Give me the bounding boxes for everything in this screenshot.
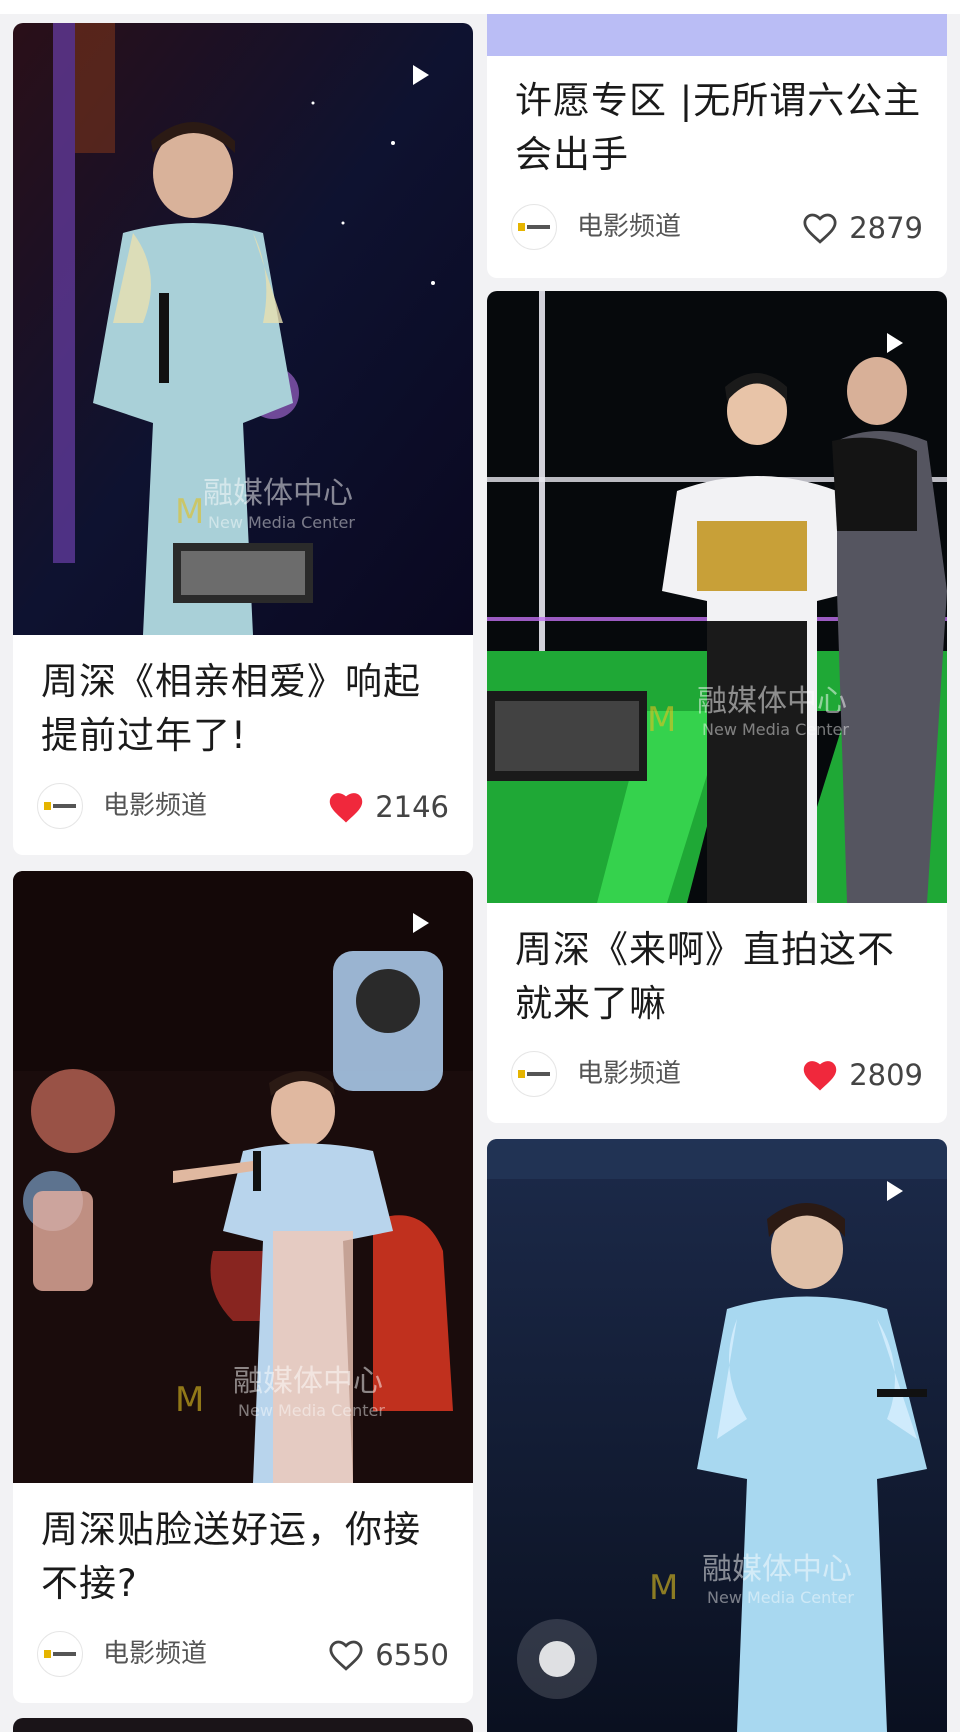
card-meta: 电影频道 2809 <box>511 1051 923 1099</box>
channel-logo-icon <box>518 222 550 232</box>
like-button[interactable]: 6550 <box>327 1635 449 1675</box>
channel-avatar[interactable] <box>37 1631 83 1677</box>
svg-text:融媒体中心: 融媒体中心 <box>233 1364 383 1399</box>
feed-card-left-1[interactable]: 融媒体中心 New Media Center M 周深《相亲相爱》响起提前过年了… <box>13 23 473 855</box>
like-button[interactable]: 2146 <box>327 787 449 827</box>
svg-text:融媒体中心: 融媒体中心 <box>203 476 353 511</box>
play-icon <box>413 65 429 85</box>
concert-photo: 融媒体中心 New Media Center M <box>13 871 473 1483</box>
channel-avatar[interactable] <box>511 1051 557 1097</box>
video-thumbnail[interactable]: 融媒体中心 New Media Center M <box>13 23 473 635</box>
heart-filled-icon <box>329 793 363 823</box>
svg-text:New Media Center: New Media Center <box>702 720 849 739</box>
channel-avatar[interactable] <box>511 204 557 250</box>
channel-avatar[interactable] <box>37 783 83 829</box>
heart-outline-icon <box>329 1640 363 1671</box>
svg-text:New Media Center: New Media Center <box>707 1588 854 1607</box>
play-icon <box>413 913 429 933</box>
like-button[interactable]: 2809 <box>801 1055 923 1095</box>
video-thumbnail[interactable] <box>13 1718 473 1732</box>
like-count: 2809 <box>849 1058 923 1092</box>
channel-name[interactable]: 电影频道 <box>577 1057 681 1091</box>
card-title[interactable]: 许愿专区 |无所谓六公主会出手 <box>515 74 923 182</box>
video-thumbnail[interactable]: 融媒体中心 New Media Center M <box>13 871 473 1483</box>
concert-photo: 融媒体中心 New Media Center M <box>13 23 473 635</box>
card-meta: 电影频道 6550 <box>37 1631 449 1679</box>
feed-card-left-3[interactable] <box>13 1718 473 1732</box>
channel-logo-icon <box>518 1069 550 1079</box>
card-header-strip <box>487 14 947 56</box>
heart-filled-icon <box>803 1061 837 1091</box>
channel-name[interactable]: 电影频道 <box>103 789 207 823</box>
like-count: 2879 <box>849 211 923 245</box>
channel-logo-icon <box>44 801 76 811</box>
svg-text:融媒体中心: 融媒体中心 <box>702 1552 852 1587</box>
svg-text:M: M <box>175 1380 204 1420</box>
like-count: 2146 <box>375 790 449 824</box>
like-count: 6550 <box>375 1638 449 1672</box>
play-icon <box>887 1181 903 1201</box>
svg-text:New Media Center: New Media Center <box>238 1401 385 1420</box>
channel-logo-icon <box>44 1649 76 1659</box>
card-title[interactable]: 周深《来啊》直拍这不就来了嘛 <box>515 923 923 1031</box>
svg-text:M: M <box>647 700 676 740</box>
card-meta: 电影频道 2879 <box>511 204 923 252</box>
card-title[interactable]: 周深贴脸送好运，你接不接? <box>41 1503 449 1611</box>
video-thumbnail[interactable]: 融媒体中心 New Media Center M <box>487 291 947 903</box>
feed-card-right-1[interactable]: 许愿专区 |无所谓六公主会出手 电影频道 2879 <box>487 14 947 278</box>
heart-outline-icon <box>803 213 837 244</box>
card-title[interactable]: 周深《相亲相爱》响起提前过年了! <box>41 655 449 763</box>
card-meta: 电影频道 2146 <box>37 783 449 831</box>
svg-text:融媒体中心: 融媒体中心 <box>697 684 847 719</box>
video-thumbnail[interactable]: 融媒体中心 New Media Center M <box>487 1139 947 1732</box>
play-icon <box>887 333 903 353</box>
channel-name[interactable]: 电影频道 <box>103 1637 207 1671</box>
top-strip <box>0 0 960 14</box>
concert-photo: 融媒体中心 New Media Center M <box>487 1139 947 1732</box>
svg-text:New Media Center: New Media Center <box>208 513 355 532</box>
feed-card-right-3[interactable]: 融媒体中心 New Media Center M <box>487 1139 947 1732</box>
channel-name[interactable]: 电影频道 <box>577 210 681 244</box>
svg-text:M: M <box>649 1568 678 1608</box>
svg-text:M: M <box>175 492 204 532</box>
feed-card-right-2[interactable]: 融媒体中心 New Media Center M 周深《来啊》直拍这不就来了嘛 … <box>487 291 947 1123</box>
feed-card-left-2[interactable]: 融媒体中心 New Media Center M 周深贴脸送好运，你接不接? 电… <box>13 871 473 1703</box>
concert-photo: 融媒体中心 New Media Center M <box>487 291 947 903</box>
like-button[interactable]: 2879 <box>801 208 923 248</box>
